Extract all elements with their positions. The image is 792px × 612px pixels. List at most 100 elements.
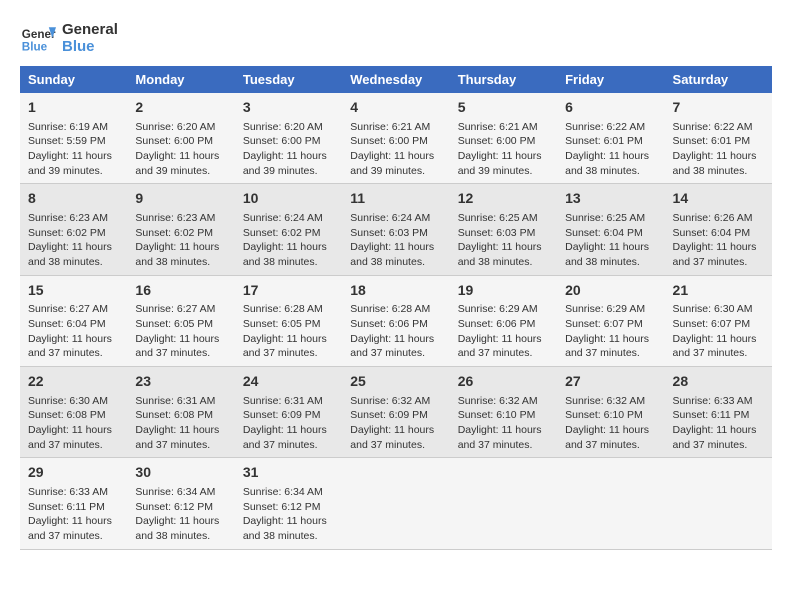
header-friday: Friday (557, 66, 664, 93)
daylight: Daylight: 11 hours and 37 minutes. (135, 333, 219, 360)
daylight: Daylight: 11 hours and 39 minutes. (28, 150, 112, 177)
daylight: Daylight: 11 hours and 37 minutes. (28, 333, 112, 360)
day-number: 18 (350, 281, 441, 301)
sunrise: Sunrise: 6:20 AM (243, 121, 323, 133)
calendar-day-8: 8Sunrise: 6:23 AMSunset: 6:02 PMDaylight… (20, 184, 127, 275)
calendar-day-27: 27Sunrise: 6:32 AMSunset: 6:10 PMDayligh… (557, 367, 664, 458)
daylight: Daylight: 11 hours and 38 minutes. (243, 515, 327, 542)
sunset: Sunset: 6:12 PM (135, 501, 213, 513)
calendar-day-21: 21Sunrise: 6:30 AMSunset: 6:07 PMDayligh… (665, 275, 772, 366)
calendar-day-4: 4Sunrise: 6:21 AMSunset: 6:00 PMDaylight… (342, 93, 449, 184)
header-sunday: Sunday (20, 66, 127, 93)
header-tuesday: Tuesday (235, 66, 342, 93)
sunset: Sunset: 6:02 PM (243, 227, 321, 239)
calendar-day-11: 11Sunrise: 6:24 AMSunset: 6:03 PMDayligh… (342, 184, 449, 275)
calendar-day-14: 14Sunrise: 6:26 AMSunset: 6:04 PMDayligh… (665, 184, 772, 275)
calendar-day-17: 17Sunrise: 6:28 AMSunset: 6:05 PMDayligh… (235, 275, 342, 366)
daylight: Daylight: 11 hours and 37 minutes. (673, 424, 757, 451)
calendar-day-2: 2Sunrise: 6:20 AMSunset: 6:00 PMDaylight… (127, 93, 234, 184)
daylight: Daylight: 11 hours and 37 minutes. (243, 424, 327, 451)
calendar-day-16: 16 Sunrise: 6:27 AM Sunset: 6:05 PM Dayligh… (127, 275, 234, 366)
sunset: Sunset: 5:59 PM (28, 135, 106, 147)
sunset: Sunset: 6:01 PM (673, 135, 751, 147)
sunset: Sunset: 6:11 PM (28, 501, 105, 513)
sunset: Sunset: 6:04 PM (673, 227, 751, 239)
sunrise: Sunrise: 6:31 AM (135, 395, 215, 407)
daylight: Daylight: 11 hours and 37 minutes. (350, 333, 434, 360)
header-wednesday: Wednesday (342, 66, 449, 93)
sunset: Sunset: 6:02 PM (28, 227, 106, 239)
daylight: Daylight: 11 hours and 38 minutes. (243, 241, 327, 268)
sunset: Sunset: 6:04 PM (28, 318, 106, 330)
empty-cell (450, 458, 557, 549)
day-number: 6 (565, 98, 656, 118)
day-number: 2 (135, 98, 226, 118)
daylight: Daylight: 11 hours and 37 minutes. (458, 424, 542, 451)
logo-blue: Blue (62, 38, 95, 55)
day-number: 13 (565, 189, 656, 209)
sunrise: Sunrise: 6:27 AM (135, 303, 215, 315)
header-thursday: Thursday (450, 66, 557, 93)
sunrise: Sunrise: 6:21 AM (350, 121, 430, 133)
sunset: Sunset: 6:00 PM (350, 135, 428, 147)
daylight: Daylight: 11 hours and 38 minutes. (135, 515, 219, 542)
day-number: 17 (243, 281, 334, 301)
sunset: Sunset: 6:08 PM (28, 409, 106, 421)
sunset: Sunset: 6:09 PM (350, 409, 428, 421)
sunrise: Sunrise: 6:20 AM (135, 121, 215, 133)
calendar-week-2: 8 Sunrise: 6:23 AM Sunset: 6:02 PM Daylight… (20, 184, 772, 275)
sunrise: Sunrise: 6:28 AM (243, 303, 323, 315)
sunset: Sunset: 6:02 PM (135, 227, 213, 239)
daylight: Daylight: 11 hours and 38 minutes. (458, 241, 542, 268)
calendar-day-1: 1Sunrise: 6:19 AMSunset: 5:59 PMDaylight… (20, 93, 127, 184)
sunrise: Sunrise: 6:23 AM (135, 212, 215, 224)
calendar-day-28: 28Sunrise: 6:33 AMSunset: 6:11 PMDayligh… (665, 367, 772, 458)
sunset: Sunset: 6:01 PM (565, 135, 643, 147)
sunset: Sunset: 6:08 PM (135, 409, 213, 421)
daylight: Daylight: 11 hours and 38 minutes. (28, 241, 112, 268)
calendar-week-4: 22Sunrise: 6:30 AMSunset: 6:08 PMDayligh… (20, 367, 772, 458)
sunset: Sunset: 6:00 PM (135, 135, 213, 147)
sunset: Sunset: 6:05 PM (135, 318, 213, 330)
day-number: 3 (243, 98, 334, 118)
calendar-day-7: 7Sunrise: 6:22 AMSunset: 6:01 PMDaylight… (665, 93, 772, 184)
daylight: Daylight: 11 hours and 39 minutes. (350, 150, 434, 177)
calendar-day-15: 15Sunrise: 6:27 AMSunset: 6:04 PMDayligh… (20, 275, 127, 366)
sunset: Sunset: 6:07 PM (565, 318, 643, 330)
logo-icon: General Blue (20, 20, 56, 56)
sunrise: Sunrise: 6:19 AM (28, 121, 108, 133)
sunrise: Sunrise: 6:21 AM (458, 121, 538, 133)
day-number: 22 (28, 372, 119, 392)
day-number: 8 (28, 189, 119, 209)
sunset: Sunset: 6:00 PM (458, 135, 536, 147)
daylight: Daylight: 11 hours and 38 minutes. (565, 150, 649, 177)
sunset: Sunset: 6:05 PM (243, 318, 321, 330)
day-number: 20 (565, 281, 656, 301)
sunrise: Sunrise: 6:32 AM (350, 395, 430, 407)
sunset: Sunset: 6:04 PM (565, 227, 643, 239)
daylight: Daylight: 11 hours and 38 minutes. (135, 241, 219, 268)
daylight: Daylight: 11 hours and 39 minutes. (458, 150, 542, 177)
daylight: Daylight: 11 hours and 37 minutes. (350, 424, 434, 451)
calendar-day-22: 22Sunrise: 6:30 AMSunset: 6:08 PMDayligh… (20, 367, 127, 458)
day-number: 29 (28, 463, 119, 483)
sunrise: Sunrise: 6:24 AM (350, 212, 430, 224)
sunrise: Sunrise: 6:25 AM (458, 212, 538, 224)
sunset: Sunset: 6:00 PM (243, 135, 321, 147)
calendar-day-23: 23Sunrise: 6:31 AMSunset: 6:08 PMDayligh… (127, 367, 234, 458)
calendar-day-18: 18Sunrise: 6:28 AMSunset: 6:06 PMDayligh… (342, 275, 449, 366)
logo-general: General (62, 21, 118, 38)
daylight: Daylight: 11 hours and 37 minutes. (28, 515, 112, 542)
calendar-day-25: 25Sunrise: 6:32 AMSunset: 6:09 PMDayligh… (342, 367, 449, 458)
calendar-week-5: 29 Sunrise: 6:33 AM Sunset: 6:11 PM Dayligh… (20, 458, 772, 549)
sunset: Sunset: 6:12 PM (243, 501, 321, 513)
calendar-day-20: 20Sunrise: 6:29 AMSunset: 6:07 PMDayligh… (557, 275, 664, 366)
sunrise: Sunrise: 6:29 AM (565, 303, 645, 315)
sunrise: Sunrise: 6:28 AM (350, 303, 430, 315)
day-number: 16 (135, 281, 226, 301)
sunset: Sunset: 6:03 PM (350, 227, 428, 239)
day-number: 24 (243, 372, 334, 392)
sunrise: Sunrise: 6:33 AM (28, 486, 108, 498)
daylight: Daylight: 11 hours and 38 minutes. (350, 241, 434, 268)
calendar-day-10: 10Sunrise: 6:24 AMSunset: 6:02 PMDayligh… (235, 184, 342, 275)
